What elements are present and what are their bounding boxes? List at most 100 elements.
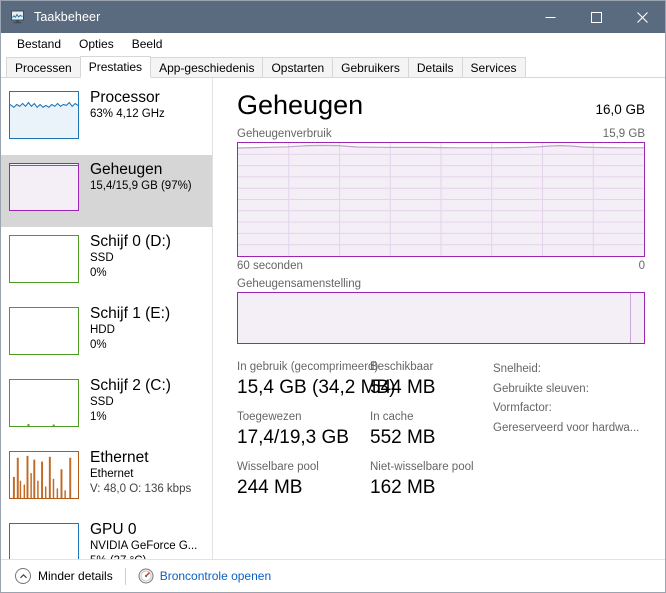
- hardware-formfactor-label: Vormfactor:: [493, 402, 552, 414]
- window-controls: [527, 1, 665, 33]
- schijf-0-thumbnail-graph: [9, 235, 79, 283]
- sidebar-item-ethernet-line2: Ethernet: [90, 468, 134, 480]
- title-bar: Taakbeheer: [1, 1, 665, 33]
- sidebar-item-ethernet-title: Ethernet: [90, 449, 149, 466]
- composition-title: Geheugensamenstelling: [237, 278, 362, 290]
- stat-in-use: In gebruik (gecomprimeerd) 15,4 GB (34,2…: [237, 360, 396, 401]
- task-manager-window: Taakbeheer Bestand Opties Beeld Processe…: [0, 0, 666, 593]
- chevron-up-circle-icon: [15, 568, 31, 584]
- stat-row-1: In gebruik (gecomprimeerd) 15,4 GB (34,2…: [237, 360, 487, 401]
- stat-available: Beschikbaar 544 MB: [370, 360, 435, 401]
- close-button[interactable]: [619, 1, 665, 33]
- sidebar-item-geheugen-line2: 15,4/15,9 GB (97%): [90, 180, 192, 192]
- sidebar-item-schijf-0-line3: 0%: [90, 267, 107, 279]
- stat-nonpaged-pool-value: 162 MB: [370, 477, 436, 498]
- tab-processen[interactable]: Processen: [6, 57, 81, 78]
- menu-item-beeld[interactable]: Beeld: [123, 34, 172, 55]
- sidebar-item-ethernet-text: Ethernet Ethernet V: 48,0 O: 136 kbps: [90, 447, 191, 497]
- stat-paged-pool-label: Wisselbare pool: [237, 461, 319, 473]
- sidebar-item-processor-line2: 63% 4,12 GHz: [90, 108, 165, 120]
- tab-gebruikers[interactable]: Gebruikers: [332, 57, 409, 78]
- resource-monitor-gauge-icon: [138, 568, 154, 584]
- sidebar-item-schijf-2-title: Schijf 2 (C:): [90, 377, 171, 394]
- sidebar-item-geheugen[interactable]: Geheugen 15,4/15,9 GB (97%): [1, 155, 212, 227]
- stat-in-use-value: 15,4 GB (34,2 MB): [237, 377, 396, 398]
- performance-content: Processor 63% 4,12 GHz Geheugen 15,4/15,…: [1, 78, 665, 582]
- geheugen-thumbnail-graph: [9, 163, 79, 211]
- tab-prestaties[interactable]: Prestaties: [79, 56, 152, 78]
- memory-hardware-info: Snelheid: Gebruikte sleuven: Vormfactor:…: [487, 360, 645, 510]
- tab-app-geschiedenis[interactable]: App-geschiedenis: [150, 57, 264, 78]
- tab-strip: Processen Prestaties App-geschiedenis Op…: [1, 56, 665, 78]
- tab-details[interactable]: Details: [407, 57, 463, 78]
- footer-separator: [124, 567, 126, 585]
- axis-label-right: 0: [638, 260, 645, 272]
- page-title: Geheugen: [237, 90, 364, 120]
- composition-divider: [629, 293, 631, 343]
- stat-cached-label: In cache: [370, 411, 414, 423]
- memory-stats: In gebruik (gecomprimeerd) 15,4 GB (34,2…: [237, 360, 645, 510]
- menu-item-opties[interactable]: Opties: [70, 34, 123, 55]
- stat-nonpaged-pool: Niet-wisselbare pool 162 MB: [370, 460, 474, 501]
- tab-opstarten[interactable]: Opstarten: [262, 57, 334, 78]
- sidebar-item-schijf-1[interactable]: Schijf 1 (E:) HDD 0%: [1, 299, 212, 371]
- sidebar-item-schijf-0-title: Schijf 0 (D:): [90, 233, 171, 250]
- window-title: Taakbeheer: [34, 10, 101, 24]
- sidebar-item-schijf-1-title: Schijf 1 (E:): [90, 305, 171, 322]
- usage-graph-labels: Geheugenverbruik 15,9 GB: [237, 128, 645, 140]
- sidebar-item-schijf-2[interactable]: Schijf 2 (C:) SSD 1%: [1, 371, 212, 443]
- schijf-2-thumbnail-graph: [9, 379, 79, 427]
- stat-row-3: Wisselbare pool 244 MB Niet-wisselbare p…: [237, 460, 487, 501]
- hardware-speed-label: Snelheid:: [493, 363, 541, 375]
- stat-paged-pool: Wisselbare pool 244 MB: [237, 460, 370, 501]
- stat-committed-label: Toegewezen: [237, 411, 302, 423]
- memory-composition-bar[interactable]: [237, 292, 645, 344]
- sidebar-item-schijf-1-line3: 0%: [90, 339, 107, 351]
- menu-bar: Bestand Opties Beeld: [1, 33, 665, 56]
- sidebar-item-schijf-0[interactable]: Schijf 0 (D:) SSD 0%: [1, 227, 212, 299]
- processor-thumbnail-graph: [9, 91, 79, 139]
- stat-in-use-label: In gebruik (gecomprimeerd): [237, 361, 379, 373]
- hardware-slots-label: Gebruikte sleuven:: [493, 382, 589, 395]
- stat-nonpaged-pool-label: Niet-wisselbare pool: [370, 461, 474, 473]
- sidebar-item-schijf-2-line2: SSD: [90, 396, 114, 408]
- stat-available-label: Beschikbaar: [370, 361, 434, 373]
- composition-in-use-segment: [238, 293, 630, 343]
- hardware-reserved-label: Gereserveerd voor hardwa...: [493, 421, 640, 434]
- stat-cached-value: 552 MB: [370, 427, 436, 448]
- minimize-button[interactable]: [527, 1, 573, 33]
- sidebar-item-processor[interactable]: Processor 63% 4,12 GHz: [1, 83, 212, 155]
- sidebar-item-gpu-0-line2: NVIDIA GeForce G...: [90, 540, 198, 552]
- memory-stats-left: In gebruik (gecomprimeerd) 15,4 GB (34,2…: [237, 360, 487, 510]
- sidebar-item-geheugen-text: Geheugen 15,4/15,9 GB (97%): [90, 159, 192, 194]
- usage-graph-axis: 60 seconden 0: [237, 260, 645, 272]
- sidebar-item-gpu-0-title: GPU 0: [90, 521, 137, 538]
- usage-graph-title: Geheugenverbruik: [237, 128, 332, 140]
- status-bar: Minder details Broncontrole openen: [1, 559, 665, 592]
- tab-services[interactable]: Services: [461, 57, 526, 78]
- stat-available-value: 544 MB: [370, 377, 436, 398]
- sidebar-item-processor-title: Processor: [90, 89, 160, 106]
- stat-paged-pool-value: 244 MB: [237, 477, 303, 498]
- stat-row-2: Toegewezen 17,4/19,3 GB In cache 552 MB: [237, 410, 487, 451]
- memory-header: Geheugen 16,0 GB: [237, 88, 645, 122]
- schijf-1-thumbnail-graph: [9, 307, 79, 355]
- sidebar-item-schijf-2-line3: 1%: [90, 411, 107, 423]
- sidebar-item-schijf-2-text: Schijf 2 (C:) SSD 1%: [90, 375, 171, 425]
- ethernet-thumbnail-graph: [9, 451, 79, 499]
- stat-cached: In cache 552 MB: [370, 410, 435, 451]
- usage-graph-max: 15,9 GB: [602, 128, 645, 140]
- maximize-button[interactable]: [573, 1, 619, 33]
- sidebar-item-ethernet-line3: V: 48,0 O: 136 kbps: [90, 483, 192, 495]
- less-details-button[interactable]: Minder details: [15, 568, 113, 584]
- memory-detail-panel: Geheugen 16,0 GB Geheugenverbruik 15,9 G…: [213, 78, 665, 582]
- sidebar-item-ethernet[interactable]: Ethernet Ethernet V: 48,0 O: 136 kbps: [1, 443, 212, 515]
- resource-list: Processor 63% 4,12 GHz Geheugen 15,4/15,…: [1, 78, 213, 582]
- resource-monitor-link[interactable]: Broncontrole openen: [138, 568, 271, 584]
- memory-total: 16,0 GB: [595, 102, 645, 117]
- axis-label-left: 60 seconden: [237, 260, 303, 272]
- stat-committed: Toegewezen 17,4/19,3 GB: [237, 410, 370, 451]
- menu-item-bestand[interactable]: Bestand: [8, 34, 70, 55]
- sidebar-item-schijf-1-line2: HDD: [90, 324, 115, 336]
- sidebar-item-schijf-0-text: Schijf 0 (D:) SSD 0%: [90, 231, 171, 281]
